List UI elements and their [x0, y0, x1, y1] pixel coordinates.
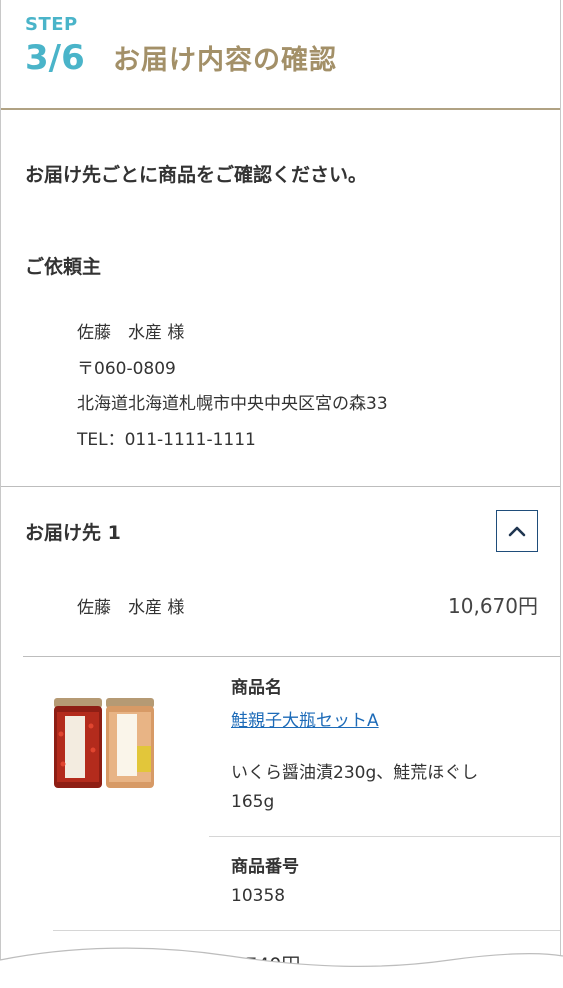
step-indicator: STEP 3/6	[25, 14, 85, 78]
section-divider	[1, 486, 560, 487]
collapse-toggle-button[interactable]	[496, 510, 538, 552]
destination-heading: お届け先 1	[25, 522, 121, 544]
destination-name: 佐藤 水産 様	[77, 598, 185, 618]
requester-tel: TEL：011-1111-1111	[77, 430, 256, 450]
intro-text: お届け先ごとに商品をご確認ください。	[25, 164, 368, 186]
requester-heading: ご依頼主	[25, 256, 102, 278]
price-divider	[53, 930, 560, 931]
requester-postal: 〒060-0809	[77, 359, 176, 379]
requester-name: 佐藤 水産 様	[77, 323, 185, 343]
requester-address: 北海道北海道札幌市中央中央区宮の森33	[77, 394, 388, 414]
product-description-line2: 165g	[231, 792, 275, 812]
destination-total: 10,670円	[448, 594, 538, 618]
header-divider	[1, 108, 560, 110]
chevron-up-icon	[508, 526, 526, 537]
step-label: STEP	[25, 14, 78, 35]
product-image	[51, 694, 159, 794]
product-description-line1: いくら醤油漬230g、鮭荒ほぐし	[231, 763, 479, 783]
product-divider	[209, 836, 560, 837]
step-count: 3/6	[25, 38, 85, 78]
product-name-label: 商品名	[231, 678, 282, 698]
page-title: お届け内容の確認	[113, 45, 337, 76]
product-number: 10358	[231, 886, 286, 906]
page-frame: STEP 3/6 お届け内容の確認 お届け先ごとに商品をご確認ください。 ご依頼…	[0, 0, 561, 988]
product-number-label: 商品番号	[231, 857, 299, 877]
destination-divider	[23, 656, 560, 657]
product-name-link[interactable]: 鮭親子大瓶セットA	[231, 706, 379, 731]
cutoff-wave	[0, 947, 563, 988]
